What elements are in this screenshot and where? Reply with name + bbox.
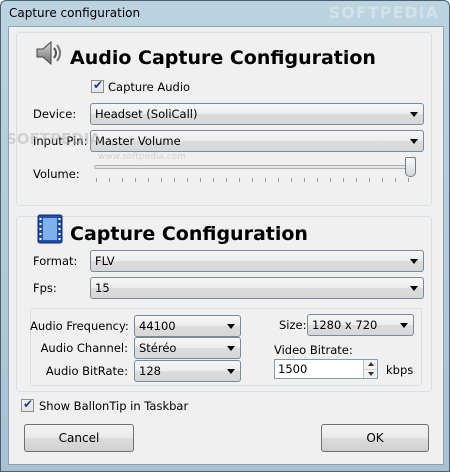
speaker-icon — [36, 40, 61, 66]
fps-select[interactable]: 15 — [90, 277, 424, 299]
volume-slider-ticks — [96, 178, 410, 182]
video-bitrate-label: Video Bitrate: — [274, 343, 353, 357]
spin-up-icon[interactable] — [363, 360, 377, 369]
format-select[interactable]: FLV — [90, 250, 424, 272]
video-bitrate-spinbox[interactable]: 1500 — [274, 359, 378, 379]
chevron-down-icon — [400, 323, 408, 328]
window-title: Capture configuration — [9, 6, 141, 20]
chevron-down-icon — [227, 346, 235, 351]
audio-frequency-select[interactable]: 44100 — [134, 315, 241, 337]
audio-channel-value: Stéréo — [139, 341, 177, 355]
size-select[interactable]: 1280 x 720 — [307, 314, 414, 336]
fps-value: 15 — [95, 281, 110, 295]
audio-channel-label: Audio Channel: — [40, 341, 128, 355]
capture-audio-label: Capture Audio — [108, 80, 191, 94]
format-label: Format: — [33, 254, 78, 268]
chevron-down-icon — [410, 112, 418, 117]
show-balloontip-checkbox[interactable]: ✔ — [21, 397, 34, 412]
softpedia-watermark: SOFTPEDIA — [6, 130, 101, 148]
audio-bitrate-label: Audio BitRate: — [45, 364, 128, 378]
volume-label: Volume: — [33, 167, 80, 181]
device-select[interactable]: Headset (SoliCall) — [90, 103, 424, 125]
video-bitrate-value: 1500 — [278, 362, 308, 376]
softpedia-url-watermark: www.softpedia.com — [98, 152, 186, 162]
chevron-down-icon — [227, 369, 235, 374]
cancel-button[interactable]: Cancel — [24, 424, 134, 452]
audio-frequency-value: 44100 — [139, 319, 176, 333]
chevron-down-icon — [410, 286, 418, 291]
audio-frequency-label: Audio Frequency: — [30, 319, 129, 333]
volume-slider-track[interactable] — [94, 165, 414, 169]
volume-slider-thumb[interactable] — [405, 157, 416, 177]
audio-bitrate-value: 128 — [139, 364, 161, 378]
fps-label: Fps: — [33, 281, 57, 295]
title-bar[interactable]: Capture configuration SOFTPEDIA — [1, 1, 449, 27]
spin-down-icon[interactable] — [363, 369, 377, 378]
input-pin-value: Master Volume — [95, 134, 181, 148]
audio-bitrate-select[interactable]: 128 — [134, 360, 241, 382]
capture-audio-checkbox[interactable]: ✔ — [91, 78, 104, 93]
format-value: FLV — [95, 254, 115, 268]
chevron-down-icon — [227, 324, 235, 329]
show-balloontip-label: Show BallonTip in Taskbar — [39, 399, 189, 413]
chevron-down-icon — [410, 259, 418, 264]
audio-heading: Audio Capture Configuration — [70, 47, 376, 69]
audio-channel-select[interactable]: Stéréo — [134, 337, 241, 359]
ok-button[interactable]: OK — [321, 424, 429, 452]
device-label: Device: — [33, 107, 77, 121]
input-pin-select[interactable]: Master Volume — [90, 130, 424, 152]
chevron-down-icon — [410, 139, 418, 144]
device-value: Headset (SoliCall) — [95, 107, 198, 121]
size-value: 1280 x 720 — [312, 318, 378, 332]
size-label: Size: — [279, 318, 307, 332]
capture-heading: Capture Configuration — [70, 223, 308, 245]
film-icon — [37, 214, 63, 244]
video-bitrate-unit: kbps — [386, 363, 414, 377]
title-watermark: SOFTPEDIA — [328, 3, 439, 22]
